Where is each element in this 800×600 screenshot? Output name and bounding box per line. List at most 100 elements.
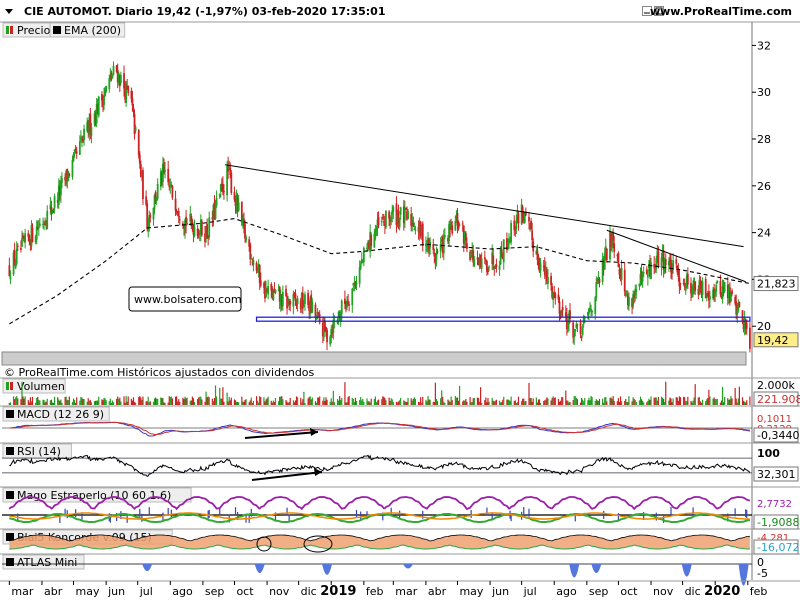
volume-bar — [508, 400, 510, 405]
candle-body — [642, 272, 645, 274]
volume-bar — [338, 400, 340, 405]
volume-bar — [619, 396, 622, 405]
volume-bar — [422, 396, 424, 405]
volume-bar — [98, 396, 100, 405]
volume-bar — [435, 398, 438, 405]
volume-bar — [715, 399, 717, 405]
volume-bar — [345, 402, 347, 405]
volume-bar — [127, 396, 129, 405]
volume-bar — [411, 400, 413, 405]
mago-bar — [746, 510, 748, 519]
x-tick-label: 2020 — [704, 584, 740, 599]
volume-bar — [169, 397, 171, 405]
volume-bar — [285, 400, 287, 405]
volume-bar — [722, 402, 725, 405]
volume-bar — [454, 396, 456, 405]
volume-bar — [613, 400, 615, 405]
x-tick-label: abr — [44, 585, 63, 598]
volume-bar — [132, 397, 135, 405]
candle-body — [574, 329, 577, 332]
candle-body — [605, 248, 608, 261]
swatch — [6, 410, 14, 418]
mago-bar — [692, 507, 694, 516]
volume-bar — [720, 400, 723, 405]
volume-bar — [729, 399, 731, 405]
volume-bar — [80, 397, 82, 405]
volume-bar — [147, 396, 149, 405]
mago-bar — [745, 509, 747, 518]
chart-area[interactable]: 20222426283032PrecioEMA (200)www.bolsate… — [0, 0, 800, 600]
volume-bar — [260, 397, 262, 405]
volume-bar — [79, 400, 81, 405]
volume-bar — [513, 400, 515, 405]
volume-bar — [679, 397, 682, 405]
atlas-spike — [322, 564, 333, 575]
volume-bar — [303, 391, 305, 405]
candle-body — [97, 96, 100, 116]
volume-bar — [451, 400, 453, 405]
volume-bar — [329, 401, 331, 405]
candle-body — [495, 264, 498, 268]
volume-bar — [436, 401, 439, 405]
volume-bar — [234, 400, 237, 405]
volume-bar — [351, 397, 353, 405]
volume-bar — [370, 398, 372, 405]
volume-bar — [125, 396, 127, 405]
volume-bar — [325, 397, 327, 405]
volume-bar — [385, 400, 387, 405]
volume-bar — [86, 401, 88, 405]
candle — [24, 228, 27, 249]
volume-bar — [606, 401, 608, 405]
koncorde-value-tag: -16,072 — [757, 541, 799, 554]
atlas-spike — [591, 564, 602, 573]
volume-bar — [559, 400, 562, 405]
volume-bar — [193, 402, 196, 405]
volume-bar — [420, 397, 422, 405]
candle-body — [473, 259, 476, 266]
volume-bar — [440, 398, 442, 405]
volume-bar — [368, 401, 370, 405]
volume-bar — [488, 401, 490, 405]
volume-bar — [642, 400, 644, 405]
volume-bar — [719, 402, 722, 405]
candle — [579, 319, 582, 339]
atlas-spike — [681, 564, 692, 577]
volume-bar — [44, 402, 46, 405]
candle-body — [392, 206, 395, 212]
volume-bar — [528, 383, 530, 405]
volume-bar — [348, 396, 350, 405]
volume-bar — [638, 400, 641, 405]
volume-bar — [690, 400, 692, 405]
mago-bar — [523, 507, 525, 516]
volume-bar — [464, 400, 466, 405]
volume-bar — [68, 396, 70, 405]
volume-bar — [400, 397, 402, 405]
mago-bar — [250, 508, 252, 517]
volume-bar — [493, 401, 495, 405]
volume-bar — [354, 397, 357, 405]
volume-bar — [576, 399, 578, 405]
candle-body — [193, 227, 196, 236]
volume-bar — [15, 397, 17, 405]
legend-volume-label: Volumen — [17, 380, 65, 393]
x-tick-label: ago — [172, 585, 193, 598]
atlas-spike — [142, 564, 153, 572]
volume-bar — [633, 398, 635, 405]
candle-body — [359, 264, 362, 269]
candle-body — [646, 270, 649, 278]
volume-bar — [407, 397, 409, 405]
volume-bar — [12, 396, 15, 405]
volume-bar — [319, 396, 321, 405]
volume-bar — [676, 397, 678, 405]
volume-bar — [671, 402, 673, 405]
candle-body — [259, 280, 262, 286]
volume-bar — [118, 398, 120, 405]
volume-bar — [604, 397, 606, 405]
volume-bar — [470, 402, 472, 405]
volume-bar — [425, 399, 427, 405]
volume-bar — [339, 396, 341, 405]
candle — [351, 287, 354, 313]
volume-bar — [182, 397, 184, 405]
candle-body — [164, 169, 166, 172]
candle-body — [311, 301, 314, 313]
